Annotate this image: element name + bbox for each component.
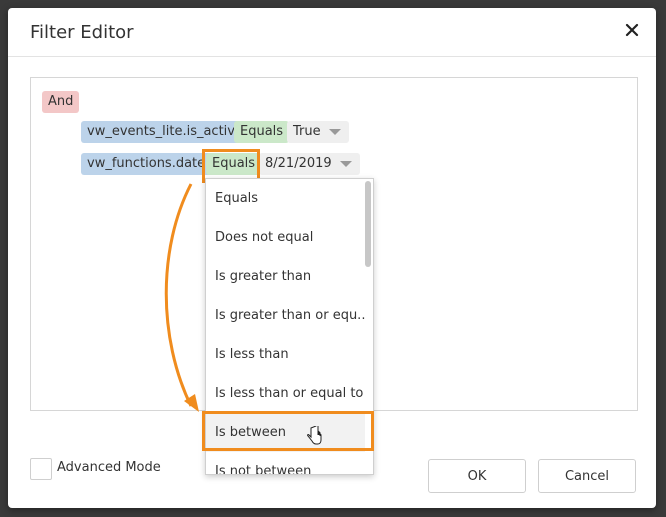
dropdown-item-equals[interactable]: Equals [206, 179, 365, 218]
condition-2-value-text: 8/21/2019 [265, 156, 332, 171]
close-icon[interactable] [622, 20, 642, 40]
filter-editor-dialog: Filter Editor And vw_events_lite.is_acti… [8, 8, 656, 508]
advanced-mode-checkbox[interactable] [30, 458, 52, 480]
dropdown-item-is-greater-than-or-equal[interactable]: Is greater than or equ... [206, 296, 365, 335]
dropdown-item-is-less-than[interactable]: Is less than [206, 335, 365, 374]
hand-cursor-icon [307, 426, 322, 445]
group-operator-and[interactable]: And [42, 91, 80, 113]
header-divider [8, 56, 656, 57]
condition-2-field[interactable]: vw_functions.date [81, 153, 212, 175]
condition-2-value[interactable]: 8/21/2019 [259, 153, 360, 175]
cancel-button[interactable]: Cancel [538, 459, 636, 493]
dialog-title: Filter Editor [30, 22, 134, 43]
advanced-mode-label: Advanced Mode [57, 460, 161, 475]
chevron-down-icon [328, 129, 341, 135]
dropdown-scrollbar[interactable] [365, 181, 371, 267]
ok-button[interactable]: OK [428, 459, 526, 493]
dropdown-item-does-not-equal[interactable]: Does not equal [206, 218, 365, 257]
condition-1-value[interactable]: True [287, 121, 349, 143]
dropdown-item-is-greater-than[interactable]: Is greater than [206, 257, 365, 296]
condition-1-operator[interactable]: Equals [234, 121, 290, 143]
condition-1-value-text: True [293, 124, 321, 139]
dropdown-item-is-less-than-or-equal[interactable]: Is less than or equal to [206, 374, 365, 413]
chevron-down-icon [339, 161, 352, 167]
dropdown-item-is-not-between[interactable]: Is not between [206, 452, 365, 474]
condition-1-field[interactable]: vw_events_lite.is_active [81, 121, 249, 143]
is-between-highlight-box [202, 411, 374, 451]
